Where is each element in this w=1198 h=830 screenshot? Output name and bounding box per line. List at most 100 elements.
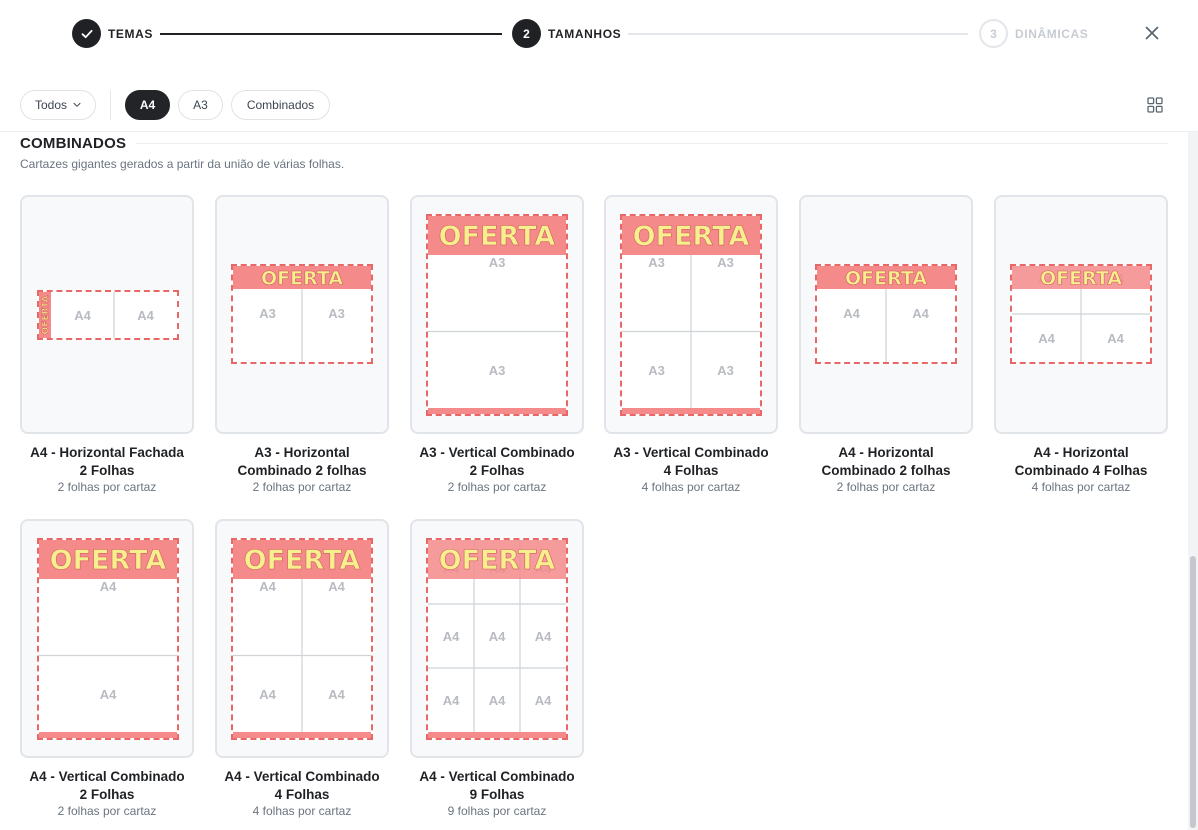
card-preview[interactable]: A4A4A4A4OFERTA	[215, 519, 389, 758]
card-title-line: 2 Folhas	[469, 463, 525, 478]
sheet-label: A4	[1038, 331, 1055, 346]
card-title: A4 - Horizontal Combinado 4 Folhas	[994, 444, 1168, 480]
card-title: A3 - Vertical Combinado 2 Folhas	[410, 444, 584, 480]
filter-bar: Todos A4 A3 Combinados	[20, 90, 338, 120]
sheet-label: A4	[259, 579, 276, 594]
card-title: A3 - Vertical Combinado 4 Folhas	[604, 444, 778, 480]
card-preview[interactable]: A4 A4 OFERTA	[20, 195, 194, 434]
grid-view-icon	[1147, 97, 1163, 113]
step-label: TEMAS	[108, 26, 153, 41]
sheet-label: A3	[259, 306, 276, 321]
card-subtitle: 2 folhas por cartaz	[447, 480, 547, 494]
scrollbar-thumb[interactable]	[1190, 556, 1196, 828]
card-preview[interactable]: A4 A4 OFERTA	[799, 195, 973, 434]
section-description: Cartazes gigantes gerados a partir da un…	[20, 157, 345, 171]
format-card[interactable]: A4A4A4A4OFERTAA4 - HorizontalCombinado 4…	[994, 195, 1168, 494]
card-subtitle: 2 folhas por cartaz	[57, 480, 157, 494]
poster-preview: A4 A4 OFERTA	[815, 264, 957, 364]
sheet-label: A3	[648, 255, 665, 270]
sheet-label: A4	[912, 306, 929, 321]
format-card[interactable]: A4 A4 OFERTA A4 - Vertical Combinado 2 Folha…	[20, 519, 194, 818]
poster-preview-drawing: A4 A4 A4 A4 OFERTA	[233, 540, 371, 738]
oferta-banner-text: OFERTA	[845, 267, 927, 289]
filter-chip-combinados[interactable]: Combinados	[231, 90, 330, 120]
card-title-line: A4 - Vertical Combinado	[29, 769, 185, 784]
poster-preview: A4 A4 OFERTA	[37, 538, 179, 740]
format-card[interactable]: A3 A3 OFERTA A3 - Horizontal Combinado 2 fol…	[215, 195, 389, 494]
card-title: A4 - Vertical Combinado 9 Folhas	[410, 768, 584, 804]
sheet-label: A4	[1107, 331, 1124, 346]
card-title-line: 2 Folhas	[79, 787, 135, 802]
oferta-banner-text: OFERTA	[50, 545, 167, 576]
step-temas[interactable]: TEMAS	[72, 19, 153, 48]
oferta-banner-text: OFERTA	[1040, 267, 1122, 289]
sheet-label: A4	[137, 308, 154, 323]
sheet-label: A4	[443, 629, 460, 644]
card-preview[interactable]: A4 A4 OFERTA	[20, 519, 194, 758]
card-title: A4 - Horizontal Combinado 2 folhas	[799, 444, 973, 480]
sheet-label: A4	[843, 306, 860, 321]
format-card[interactable]: A3 A3 OFERTA A3 - Vertical Combinado 2 Folha…	[410, 195, 584, 494]
grid-view-toggle[interactable]	[1147, 97, 1163, 113]
filter-chip-a4[interactable]: A4	[125, 90, 170, 120]
poster-preview: A3 A3 A3 A3 OFERTA	[620, 214, 762, 416]
oferta-banner-text: OFERTA	[439, 221, 556, 252]
close-icon	[1145, 26, 1159, 40]
format-card[interactable]: A4A4A4A4A4A4A4A4A4OFERTAA4 - Vertical Co…	[410, 519, 584, 818]
step-tamanhos[interactable]: 2 TAMANHOS	[512, 19, 621, 48]
poster-preview-drawing: A4 A4 OFERTA	[39, 292, 155, 338]
section-title: COMBINADOS	[20, 135, 127, 152]
poster-preview: A3 A3 OFERTA	[426, 214, 568, 416]
card-title-line: A4 - Horizontal	[1033, 445, 1129, 460]
sheet-label: A3	[648, 363, 665, 378]
sheet-label: A4	[489, 693, 506, 708]
sheet-label: A3	[489, 255, 506, 270]
step-connector	[160, 33, 502, 35]
card-preview[interactable]: A4A4A4A4OFERTA	[994, 195, 1168, 434]
close-button[interactable]	[1140, 21, 1164, 45]
poster-preview-drawing: A4 A4 OFERTA	[817, 266, 955, 362]
format-card[interactable]: A4 A4 OFERTA A4 - Horizontal Combinado 2 fol…	[799, 195, 973, 494]
poster-preview: A3 A3 OFERTA	[231, 264, 373, 364]
card-preview[interactable]: A3 A3 OFERTA	[410, 195, 584, 434]
poster-preview-drawing: A4A4A4A4A4A4A4A4A4OFERTA	[428, 540, 566, 738]
step-label: TAMANHOS	[548, 26, 622, 41]
step-dinamicas[interactable]: 3 DINÂMICAS	[979, 19, 1088, 48]
poster-footer-bar	[428, 732, 566, 738]
check-icon	[72, 19, 101, 48]
oferta-banner-text: OFERTA	[244, 545, 361, 576]
step-number: 3	[979, 19, 1008, 48]
step-connector	[628, 33, 968, 35]
format-card[interactable]: A3 A3 A3 A3 OFERTA A3 - Vertical Combinado 4 F…	[604, 195, 778, 494]
stepper: TEMAS 2 TAMANHOS 3 DINÂMICAS	[72, 19, 1172, 49]
format-card[interactable]: A4 A4 A4 A4 OFERTA A4 - Vertical Combinado 4 F…	[215, 519, 389, 818]
format-card[interactable]: A4 A4 OFERTA A4 - Horizontal Fachada 2 Folha…	[20, 195, 194, 494]
sheet-label: A4	[443, 693, 460, 708]
card-title-line: 4 Folhas	[274, 787, 330, 802]
card-subtitle: 2 folhas por cartaz	[57, 804, 157, 818]
section-divider	[136, 143, 1168, 144]
poster-preview-drawing: A3 A3 OFERTA	[428, 216, 566, 414]
sheet-label: A4	[328, 579, 345, 594]
sheet-label: A4	[74, 308, 91, 323]
filter-chip-a3[interactable]: A3	[178, 90, 223, 120]
card-title-line: A4 - Horizontal	[838, 445, 934, 460]
sheet-label: A4	[328, 687, 345, 702]
card-preview[interactable]: A3 A3 A3 A3 OFERTA	[604, 195, 778, 434]
card-title-line: Combinado 2 folhas	[821, 463, 951, 478]
oferta-banner-text: OFERTA	[633, 221, 750, 252]
poster-preview-drawing: A4 A4 OFERTA	[39, 540, 177, 738]
sheet-label: A3	[489, 363, 506, 378]
sheet-label: A4	[535, 693, 552, 708]
card-title-line: 2 Folhas	[79, 463, 135, 478]
poster-preview: A4A4A4A4OFERTA	[231, 538, 373, 740]
todos-label: Todos	[35, 98, 68, 112]
card-title: A4 - Horizontal Fachada 2 Folhas	[20, 444, 194, 480]
card-preview[interactable]: A4A4A4A4A4A4A4A4A4OFERTA	[410, 519, 584, 758]
card-preview[interactable]: A3 A3 OFERTA	[215, 195, 389, 434]
oferta-banner-text: OFERTA	[439, 545, 556, 576]
todos-dropdown[interactable]: Todos	[20, 90, 96, 120]
poster-preview: A4A4A4A4OFERTA	[1010, 264, 1152, 364]
poster-footer-bar	[622, 408, 760, 414]
chevron-down-icon	[73, 102, 81, 107]
